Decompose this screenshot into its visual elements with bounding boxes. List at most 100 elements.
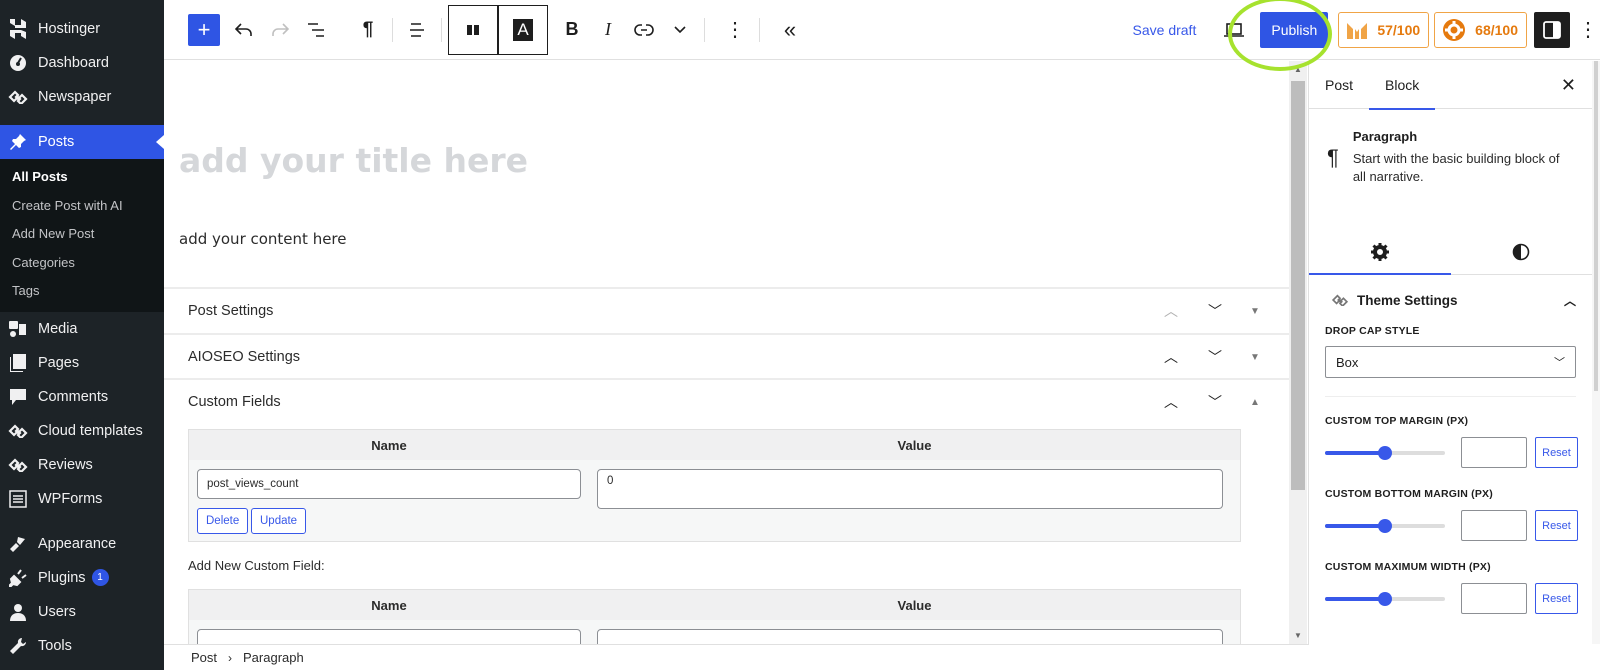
delete-button[interactable]: Delete (197, 508, 249, 534)
move-up-button[interactable]: ︿ (1149, 392, 1193, 412)
new-field-name-input[interactable] (197, 629, 581, 644)
sidebar-item-newspaper[interactable]: Newspaper (0, 80, 164, 114)
move-down-button[interactable]: ﹀ (1193, 301, 1237, 321)
more-formatting-button[interactable] (662, 12, 698, 48)
sidebar-scrollbar[interactable] (1592, 61, 1600, 644)
bold-button[interactable]: B (554, 12, 590, 48)
range-slider[interactable] (1325, 445, 1445, 460)
italic-button[interactable]: I (590, 12, 626, 48)
close-icon[interactable]: ✕ (1561, 75, 1576, 96)
tab-settings[interactable] (1309, 229, 1451, 275)
options-menu-button[interactable]: ⋮ (1576, 12, 1600, 48)
new-field-value-textarea[interactable] (597, 629, 1223, 644)
document-overview-button[interactable] (298, 12, 334, 48)
range-number-input[interactable] (1461, 510, 1527, 541)
editor-canvas: add your title here add your content her… (164, 61, 1289, 644)
slider-handle[interactable] (1378, 591, 1392, 606)
sidebar-panel-icon (1543, 20, 1561, 39)
reset-button[interactable]: Reset (1535, 583, 1578, 614)
sidebar-item-cloud-templates[interactable]: Cloud templates (0, 414, 164, 448)
paragraph-block[interactable]: add your content here (179, 230, 347, 248)
scrollbar-thumb[interactable] (1291, 81, 1305, 490)
seo-score-button[interactable]: 57/100 (1338, 11, 1430, 48)
sidebar-item-hostinger[interactable]: Hostinger (0, 12, 164, 46)
collapse-toolbar-button[interactable]: « (772, 12, 808, 48)
reset-button[interactable]: Reset (1535, 510, 1578, 541)
move-up-button[interactable]: ︿ (1149, 347, 1193, 367)
save-draft-button[interactable]: Save draft (1133, 22, 1197, 38)
slider-handle[interactable] (1378, 518, 1392, 533)
pages-icon (8, 353, 28, 373)
scroll-up-arrow[interactable]: ▲ (1294, 65, 1302, 74)
submenu-all-posts[interactable]: All Posts (0, 163, 164, 192)
tab-block[interactable]: Block (1369, 61, 1436, 110)
tab-styles[interactable] (1451, 229, 1593, 274)
dashboard-icon (8, 53, 28, 73)
move-down-button[interactable]: ﹀ (1193, 347, 1237, 367)
sidebar-item-wpforms[interactable]: WPForms (0, 482, 164, 516)
metabox-custom-fields: Custom Fields ︿ ﹀ ▲ (164, 378, 1289, 424)
toggle-panel-button[interactable]: ▼ (1237, 352, 1273, 363)
aioseo-score-button[interactable]: 68/100 (1434, 11, 1527, 48)
scroll-down-arrow[interactable]: ▼ (1294, 631, 1302, 640)
range-control: CUSTOM BOTTOM MARGIN (PX) Reset (1309, 488, 1592, 541)
move-up-button[interactable]: ︿ (1149, 301, 1193, 321)
custom-field-name-input[interactable]: post_views_count (197, 469, 581, 499)
posts-submenu: All Posts Create Post with AI Add New Po… (0, 159, 164, 312)
block-title: Paragraph (1352, 129, 1418, 144)
undo-button[interactable] (226, 12, 262, 48)
sidebar-item-appearance[interactable]: Appearance (0, 527, 164, 561)
range-slider[interactable] (1325, 518, 1445, 533)
sidebar-item-posts[interactable]: Posts (0, 125, 164, 159)
columns-button[interactable] (448, 4, 498, 55)
block-options-button[interactable]: ⋮ (717, 12, 753, 48)
sidebar-item-users[interactable]: Users (0, 595, 164, 629)
submenu-categories[interactable]: Categories (0, 249, 164, 278)
toggle-panel-button[interactable]: ▼ (1237, 306, 1273, 317)
custom-field-value-textarea[interactable]: 0 (597, 469, 1223, 509)
link-button[interactable] (626, 12, 662, 48)
publish-button[interactable]: Publish (1260, 11, 1329, 48)
update-button[interactable]: Update (251, 508, 307, 534)
range-slider[interactable] (1325, 591, 1445, 606)
text-color-icon: A (513, 18, 533, 41)
metabox-title[interactable]: Custom Fields (188, 394, 1149, 410)
submenu-create-post-ai[interactable]: Create Post with AI (0, 192, 164, 221)
submenu-add-new-post[interactable]: Add New Post (0, 220, 164, 249)
sidebar-item-dashboard[interactable]: Dashboard (0, 46, 164, 80)
range-number-input[interactable] (1461, 583, 1527, 614)
editor-scrollbar[interactable]: ▲ ▼ (1289, 61, 1307, 644)
settings-sidebar-toggle[interactable] (1534, 11, 1570, 48)
move-down-button[interactable]: ﹀ (1193, 392, 1237, 412)
block-inserter-button[interactable]: + (188, 13, 220, 46)
sidebar-item-plugins[interactable]: Plugins 1 (0, 561, 164, 595)
post-title-input[interactable]: add your title here (179, 141, 528, 180)
tab-post[interactable]: Post (1309, 61, 1369, 109)
range-number-input[interactable] (1461, 437, 1527, 468)
theme-settings-panel-toggle[interactable]: Theme Settings ︿ (1309, 275, 1592, 325)
breadcrumb-post[interactable]: Post (191, 650, 217, 665)
align-button[interactable] (399, 12, 435, 48)
metabox-title[interactable]: Post Settings (188, 303, 1149, 319)
sidebar-item-tools[interactable]: Tools (0, 629, 164, 663)
block-type-button[interactable]: ¶ (350, 12, 386, 48)
metabox-post-settings: Post Settings ︿ ﹀ ▼ (164, 287, 1289, 333)
drop-cap-select[interactable]: Box ﹀ (1325, 346, 1576, 378)
sidebar-item-comments[interactable]: Comments (0, 380, 164, 414)
sidebar-item-label: Tools (38, 637, 72, 654)
breadcrumb-paragraph[interactable]: Paragraph (243, 650, 304, 665)
sidebar-item-reviews[interactable]: Reviews (0, 448, 164, 482)
scrollbar-thumb[interactable] (1594, 61, 1598, 391)
align-icon (410, 22, 424, 37)
sidebar-item-media[interactable]: Media (0, 312, 164, 346)
chevron-down-icon (674, 25, 686, 33)
redo-button[interactable] (262, 12, 298, 48)
preview-button[interactable] (1216, 12, 1252, 48)
submenu-tags[interactable]: Tags (0, 277, 164, 306)
metabox-title[interactable]: AIOSEO Settings (188, 349, 1149, 365)
toggle-panel-button[interactable]: ▲ (1237, 397, 1273, 408)
slider-handle[interactable] (1378, 445, 1392, 460)
reset-button[interactable]: Reset (1535, 437, 1578, 468)
text-color-button[interactable]: A (498, 4, 548, 55)
sidebar-item-pages[interactable]: Pages (0, 346, 164, 380)
